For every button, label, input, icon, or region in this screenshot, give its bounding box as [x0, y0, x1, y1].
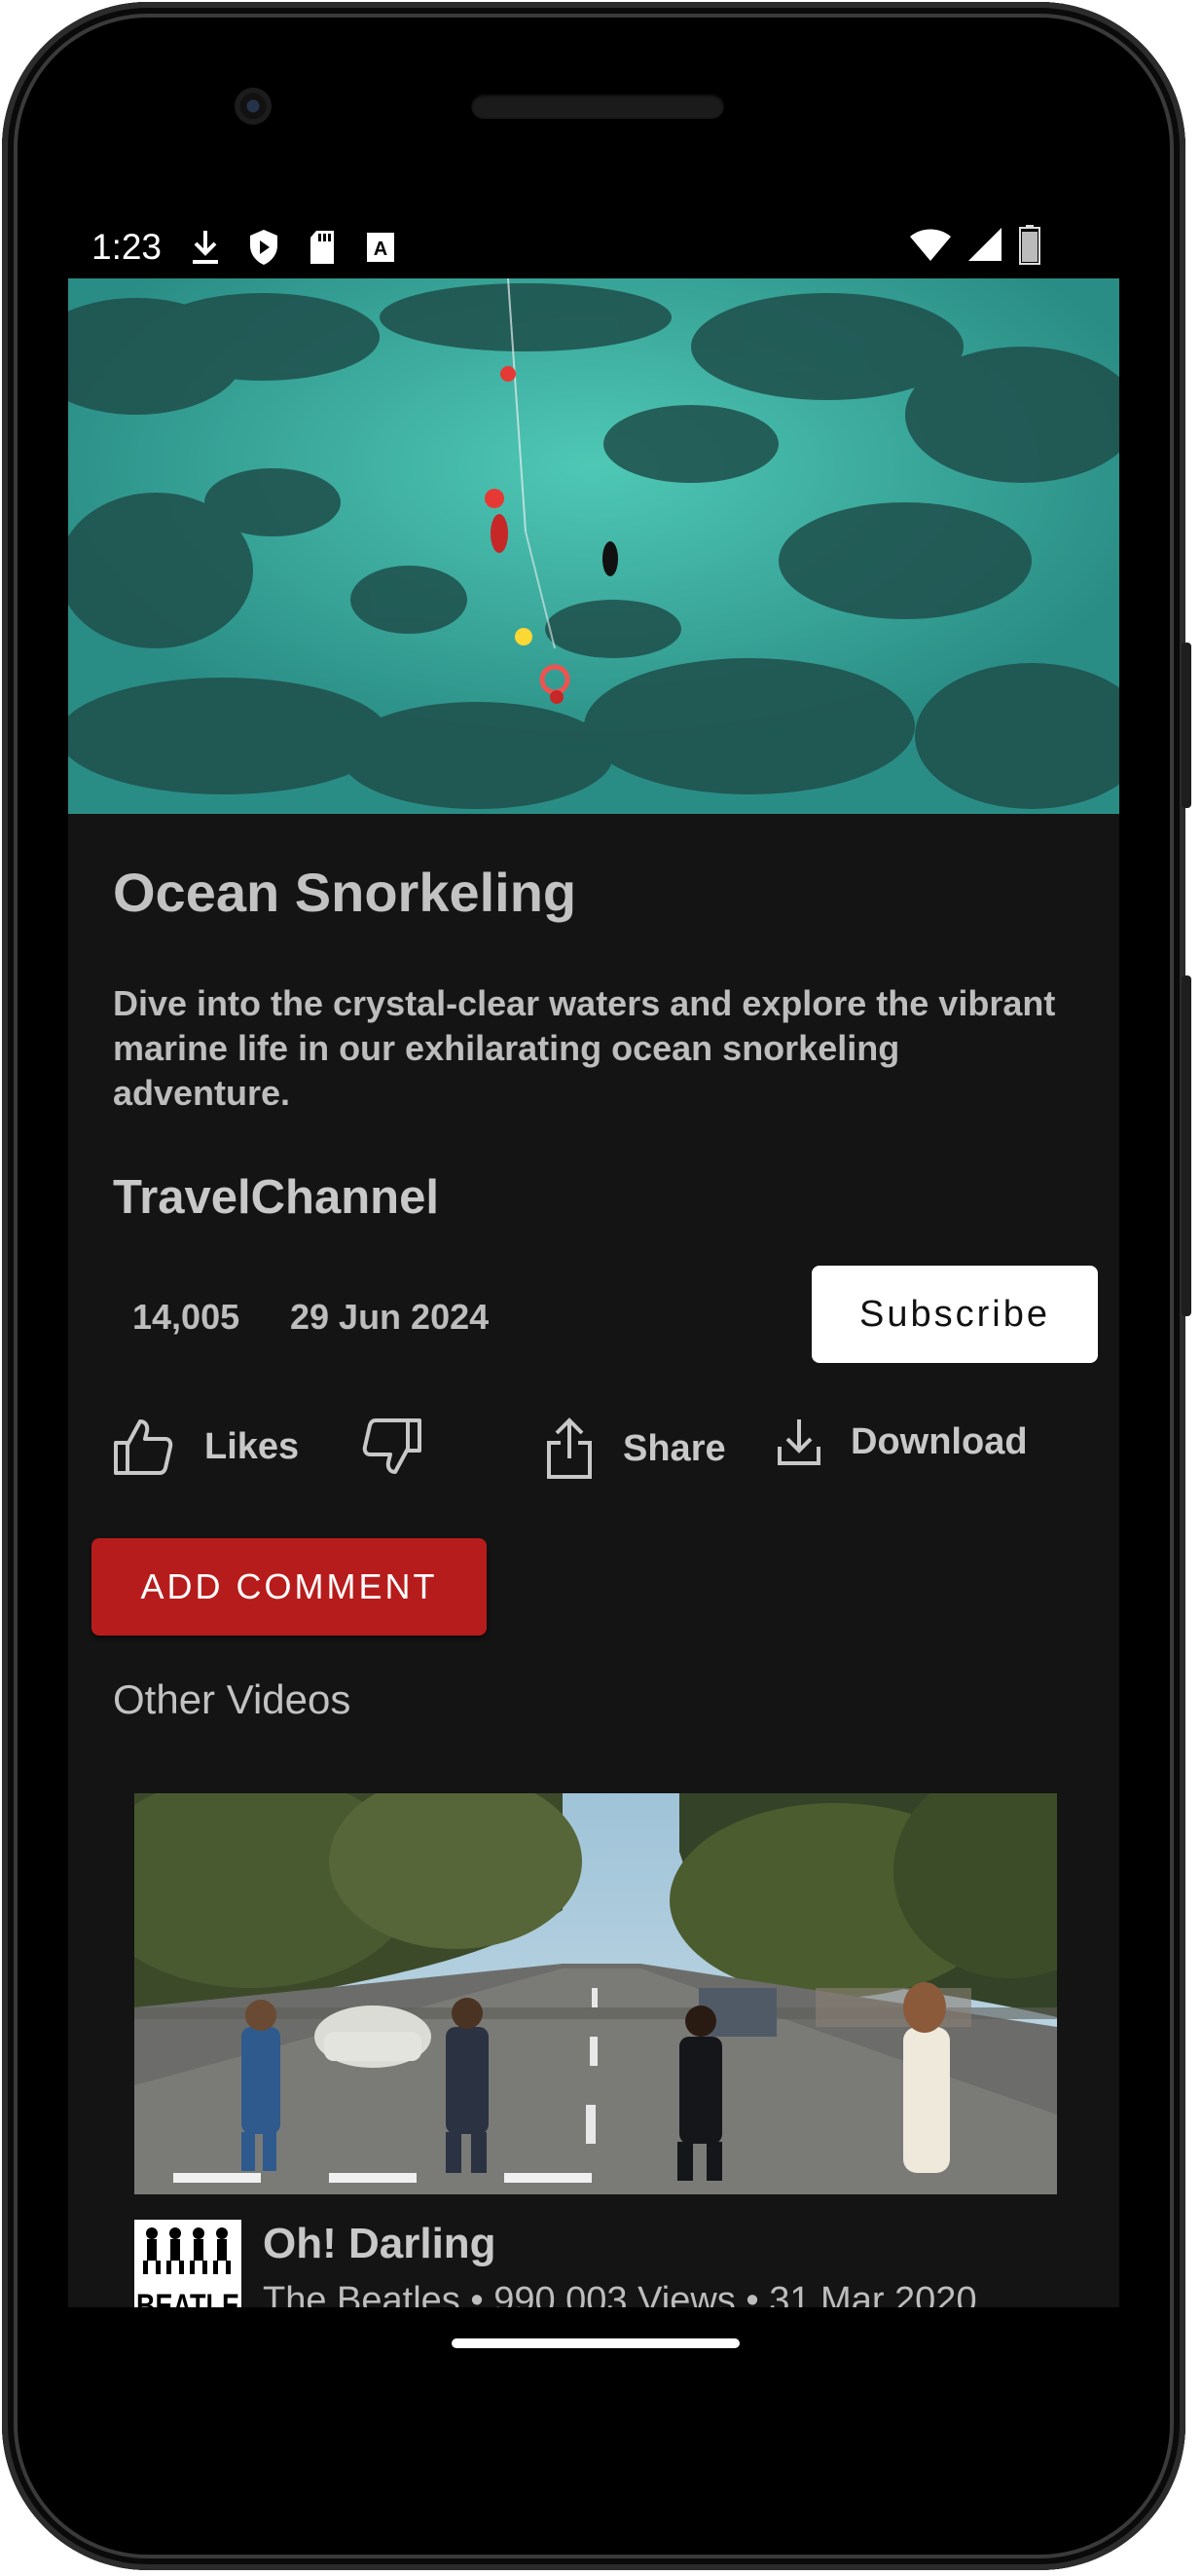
related-video-meta: The Beatles • 990,003 Views • 31 Mar 202…	[263, 2280, 977, 2307]
app-screen: Ocean Snorkeling Dive into the crystal-c…	[68, 278, 1119, 2307]
thumbs-down-icon	[362, 1418, 421, 1474]
video-title: Ocean Snorkeling	[113, 862, 577, 923]
download-icon	[189, 228, 222, 267]
channel-name[interactable]: TravelChannel	[113, 1170, 439, 1225]
home-indicator[interactable]	[452, 2338, 740, 2348]
subscribe-button[interactable]: Subscribe	[812, 1266, 1098, 1363]
avatar-logo-text: BEATLE	[136, 2288, 239, 2307]
sd-card-icon	[306, 228, 339, 267]
add-comment-button[interactable]: ADD COMMENT	[91, 1538, 487, 1636]
volume-button	[1182, 975, 1191, 1316]
video-player[interactable]	[68, 278, 1119, 814]
thumbs-up-icon	[114, 1419, 173, 1475]
status-time: 1:23	[91, 227, 163, 267]
video-thumbnail[interactable]	[86, 1764, 1119, 2194]
status-right-icons	[909, 224, 1041, 270]
earpiece-speaker	[471, 93, 724, 119]
view-count: 14,005	[132, 1297, 240, 1337]
download-button[interactable]: Download	[777, 1417, 1028, 1466]
related-video-title[interactable]: Oh! Darling	[263, 2220, 496, 2268]
status-bar: 1:23 A	[68, 218, 1041, 276]
other-videos-heading: Other Videos	[113, 1676, 351, 1722]
a-icon: A	[364, 228, 397, 267]
channel-avatar[interactable]: BEATLE	[134, 2220, 241, 2307]
likes-label: Likes	[204, 1425, 300, 1467]
like-button[interactable]: Likes	[113, 1417, 299, 1476]
battery-icon	[1018, 224, 1041, 270]
shield-icon	[247, 228, 280, 267]
share-button[interactable]: Share	[545, 1417, 726, 1480]
share-icon	[547, 1417, 592, 1479]
svg-text:A: A	[374, 239, 387, 260]
phone-frame: 1:23 A Ocean Snorkeling Dive into the cr…	[2, 2, 1191, 2570]
video-description: Dive into the crystal-clear waters and e…	[113, 983, 1056, 1113]
upload-date: 29 Jun 2024	[290, 1297, 490, 1337]
wifi-icon	[909, 227, 952, 267]
front-camera	[235, 88, 272, 125]
power-button	[1182, 643, 1191, 808]
dislike-button[interactable]	[362, 1417, 422, 1476]
signal-icon	[967, 227, 1002, 267]
download-label: Download	[851, 1420, 1028, 1462]
download-icon	[778, 1419, 820, 1465]
share-label: Share	[623, 1427, 726, 1469]
